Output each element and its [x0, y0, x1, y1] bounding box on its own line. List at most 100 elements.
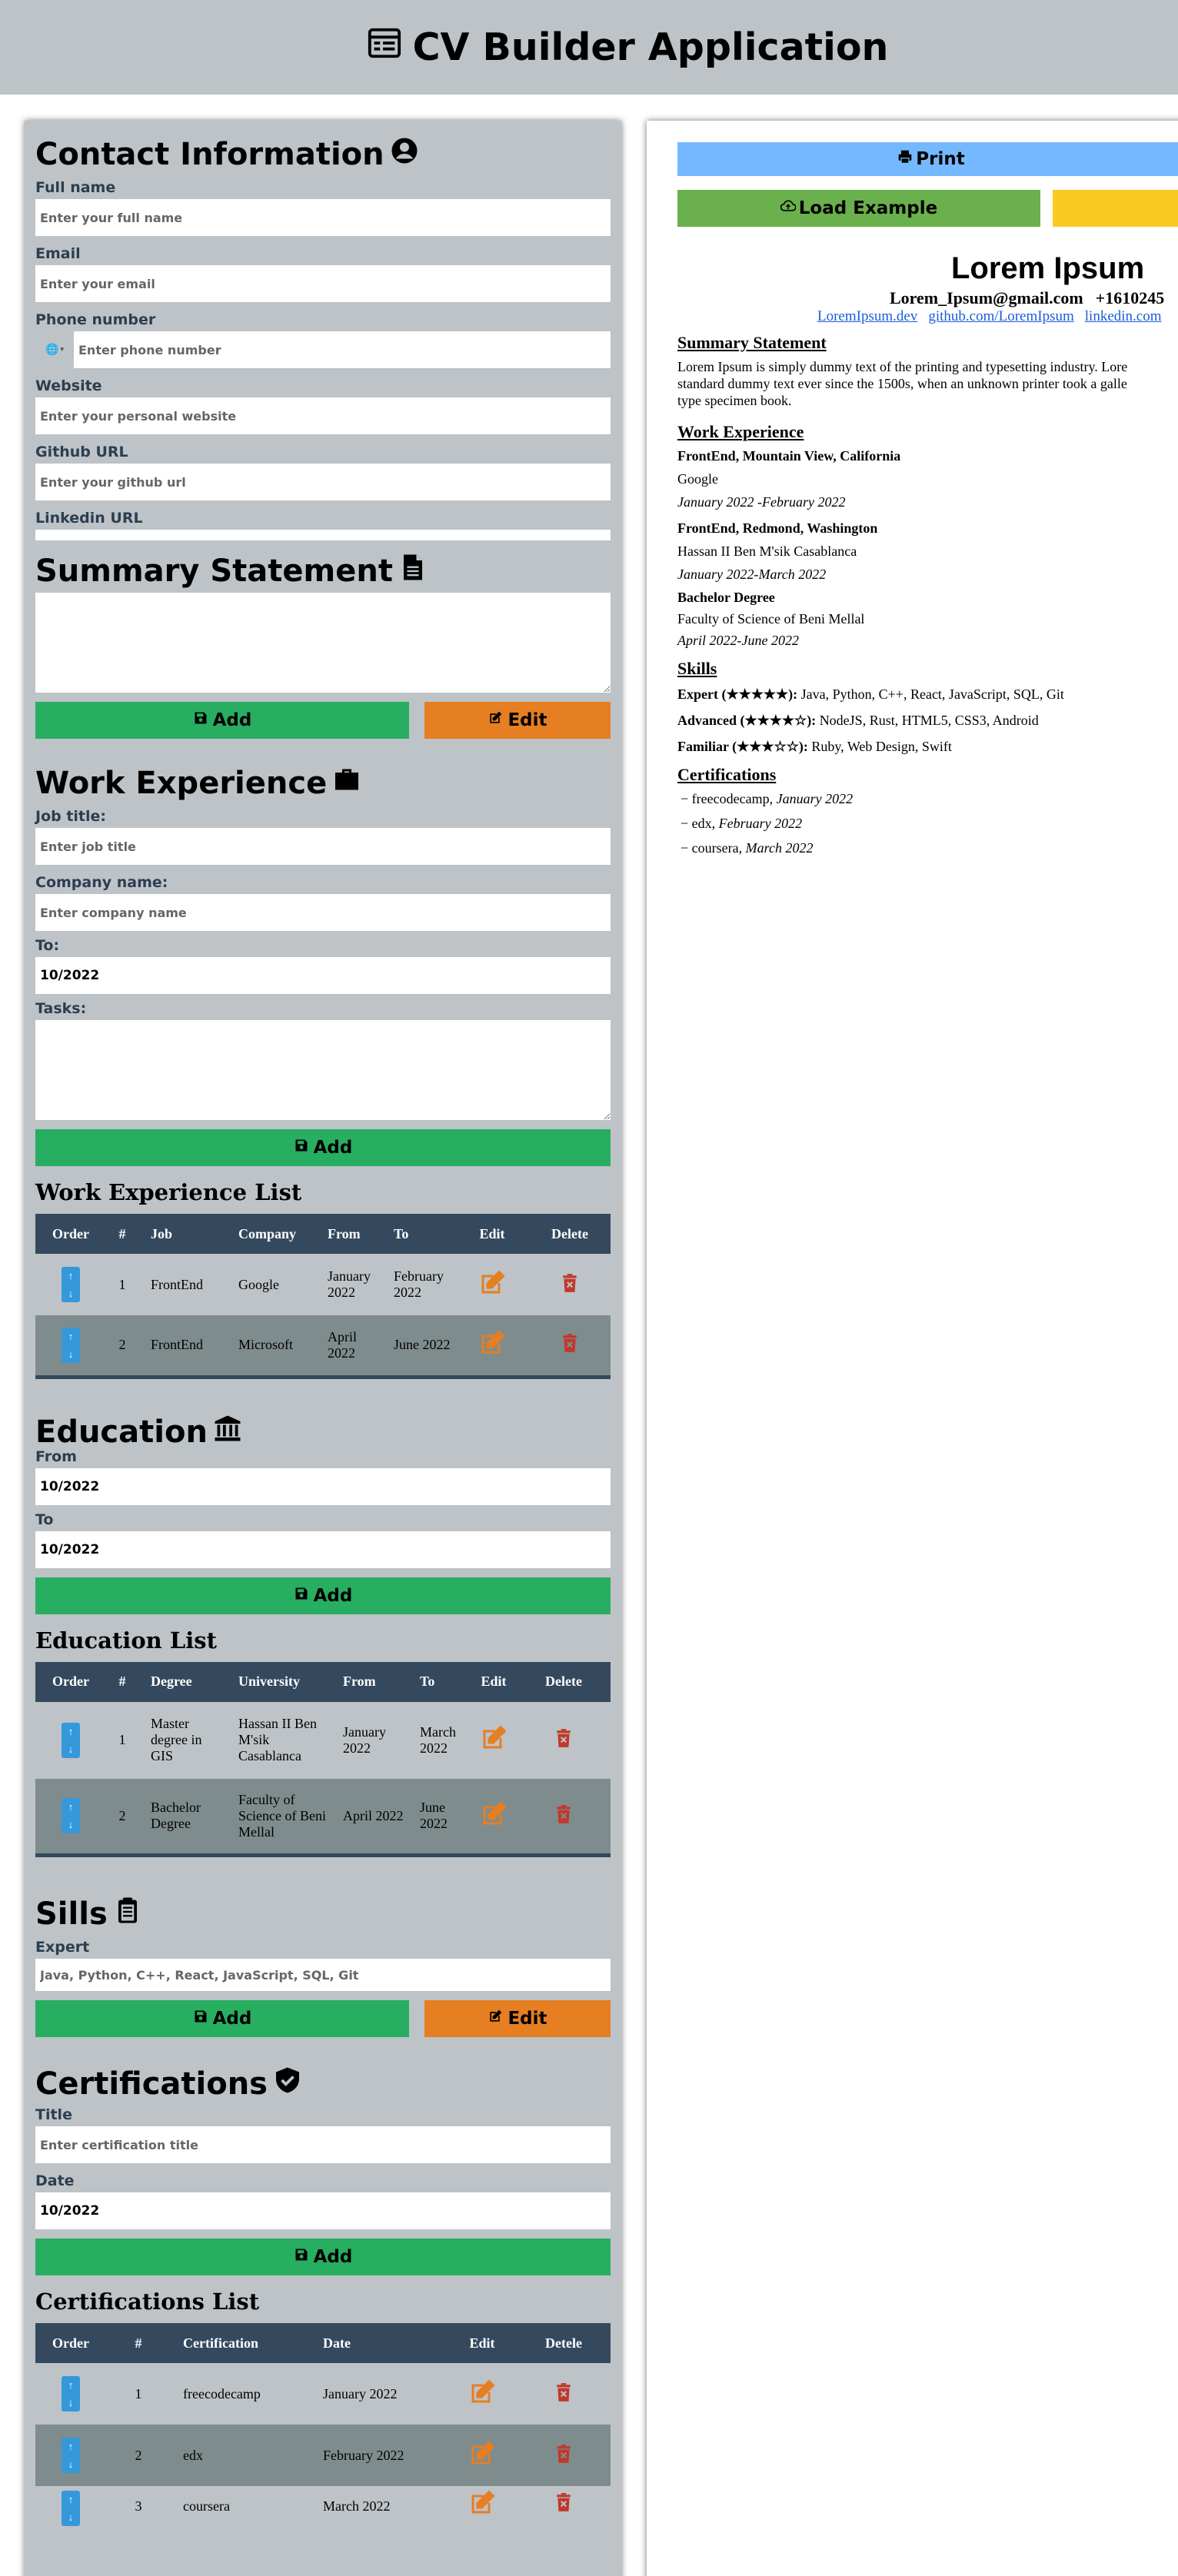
- education-from-input[interactable]: 10/2022: [35, 1467, 611, 1505]
- arrow-down-icon: ↓: [68, 2511, 74, 2523]
- row-delete-button[interactable]: [517, 1701, 611, 1779]
- row-from: January 2022: [331, 1701, 408, 1779]
- row-university: Faculty of Science of Beni Mellal: [226, 1778, 331, 1856]
- row-num: 3: [106, 2486, 171, 2548]
- col-certification: Certification: [171, 2323, 311, 2363]
- skills-add-button[interactable]: Add: [35, 2000, 409, 2037]
- dash-icon: −: [681, 840, 692, 856]
- col-delete: Delete: [517, 1661, 611, 1702]
- row-edit-button[interactable]: [448, 2486, 517, 2548]
- cert-table-header: Order # Certification Date Edit Detele: [35, 2323, 611, 2363]
- row-from: January 2022: [315, 1254, 381, 1315]
- row-delete-button[interactable]: [529, 1315, 611, 1377]
- row-edit-button[interactable]: [455, 1254, 529, 1315]
- load-example-button[interactable]: Load Example: [677, 190, 1040, 227]
- linkedin-input[interactable]: [35, 530, 611, 540]
- cv-work-title: FrontEnd, Mountain View, California: [677, 448, 901, 464]
- summary-buttons: Add Edit: [35, 702, 611, 739]
- country-flag-select[interactable]: 🌐 ▾: [35, 331, 74, 368]
- work-add-button[interactable]: Add: [35, 1129, 611, 1166]
- row-delete-button[interactable]: [529, 1254, 611, 1315]
- clear-button[interactable]: [1053, 190, 1178, 227]
- printer-icon: [897, 149, 913, 169]
- edit-icon: [478, 1330, 506, 1360]
- work-title-text: Work Experience: [35, 766, 328, 801]
- job-title-input[interactable]: [35, 828, 611, 865]
- col-date: Date: [311, 2323, 448, 2363]
- summary-title-text: Summary Statement: [35, 553, 393, 589]
- order-handle[interactable]: ↑ ↓: [35, 2425, 106, 2486]
- cert-add-button[interactable]: Add: [35, 2239, 611, 2275]
- col-from: From: [331, 1661, 408, 1702]
- app-title-text: CV Builder Application: [412, 25, 889, 69]
- cv-link-website[interactable]: LoremIpsum.dev: [817, 308, 917, 324]
- work-to-label: To:: [35, 937, 60, 954]
- row-edit-button[interactable]: [471, 1778, 517, 1856]
- order-handle[interactable]: ↑ ↓: [35, 1778, 106, 1856]
- tasks-textarea[interactable]: [35, 1020, 611, 1120]
- cert-table: Order # Certification Date Edit Detele ↑…: [35, 2323, 611, 2548]
- row-delete-button[interactable]: [517, 1778, 611, 1856]
- summary-edit-label: Edit: [507, 710, 547, 730]
- order-handle[interactable]: ↑ ↓: [35, 2363, 106, 2425]
- cv-work-company: Faculty of Science of Beni Mellal: [677, 611, 865, 627]
- work-table-header: Order # Job Company From To Edit Delete: [35, 1214, 611, 1254]
- cv-skill-level: Familiar (★★★☆☆):: [677, 739, 808, 754]
- cv-skill-line: Familiar (★★★☆☆): Ruby, Web Design, Swif…: [677, 739, 952, 755]
- col-order: Order: [35, 1661, 106, 1702]
- education-add-button[interactable]: Add: [35, 1577, 611, 1614]
- education-table-header: Order # Degree University From To Edit D…: [35, 1661, 611, 1702]
- cv-work-dates: January 2022 -February 2022: [677, 494, 846, 510]
- full-name-input[interactable]: [35, 199, 611, 236]
- order-handle[interactable]: ↑ ↓: [35, 1701, 106, 1779]
- order-handle[interactable]: ↑ ↓: [35, 2486, 106, 2548]
- summary-add-button[interactable]: Add: [35, 702, 409, 739]
- github-input[interactable]: [35, 464, 611, 500]
- row-edit-button[interactable]: [455, 1315, 529, 1377]
- phone-input[interactable]: [74, 331, 611, 368]
- cv-work-heading: Work Experience: [677, 422, 804, 441]
- work-to-input[interactable]: 10/2022: [35, 957, 611, 994]
- row-num: 2: [106, 1778, 138, 1856]
- cert-title-input[interactable]: [35, 2126, 611, 2163]
- cv-summary-line: Lorem Ipsum is simply dummy text of the …: [677, 359, 1128, 374]
- cv-link-linkedin[interactable]: linkedin.com: [1085, 308, 1162, 324]
- file-icon: [399, 553, 427, 589]
- cv-phone: +1610245: [1095, 288, 1165, 307]
- email-input[interactable]: [35, 265, 611, 302]
- summary-section-title: Summary Statement: [35, 550, 611, 593]
- order-handle[interactable]: ↑ ↓: [35, 1254, 106, 1315]
- chevron-down-icon: ▾: [60, 346, 64, 354]
- cv-skill-line: Advanced (★★★★☆): NodeJS, Rust, HTML5, C…: [677, 713, 1039, 729]
- email-label: Email: [35, 245, 81, 262]
- row-job: FrontEnd: [138, 1254, 226, 1315]
- cv-skill-list: Java, Python, C++, React, JavaScript, SQ…: [797, 686, 1064, 702]
- cert-date-input[interactable]: 10/2022: [35, 2192, 611, 2229]
- arrow-down-icon: ↓: [68, 2397, 74, 2408]
- table-row: ↑ ↓ 1 FrontEnd Google January 2022 Februa…: [35, 1254, 611, 1315]
- cv-link-github[interactable]: github.com/LoremIpsum: [928, 308, 1073, 324]
- summary-edit-button[interactable]: Edit: [424, 702, 611, 739]
- print-button[interactable]: Print: [677, 142, 1178, 176]
- cert-add-label: Add: [313, 2247, 353, 2267]
- company-name-input[interactable]: [35, 894, 611, 931]
- arrow-down-icon: ↓: [68, 1743, 74, 1755]
- cv-work-dates: January 2022-March 2022: [677, 567, 827, 582]
- cert-date-label: Date: [35, 2172, 75, 2189]
- row-delete-button[interactable]: [517, 2486, 611, 2548]
- website-input[interactable]: [35, 397, 611, 434]
- row-delete-button[interactable]: [517, 2363, 611, 2425]
- education-to-input[interactable]: 10/2022: [35, 1531, 611, 1568]
- summary-textarea[interactable]: [35, 593, 611, 693]
- row-delete-button[interactable]: [517, 2425, 611, 2486]
- expert-input[interactable]: [35, 1959, 611, 1991]
- order-handle[interactable]: ↑ ↓: [35, 1315, 106, 1377]
- row-edit-button[interactable]: [448, 2363, 517, 2425]
- cv-cert-item: − coursera, March 2022: [681, 840, 813, 856]
- row-edit-button[interactable]: [448, 2425, 517, 2486]
- col-job: Job: [138, 1214, 226, 1254]
- row-edit-button[interactable]: [471, 1701, 517, 1779]
- col-from: From: [315, 1214, 381, 1254]
- skills-title-text: Sills: [35, 1896, 108, 1932]
- skills-edit-button[interactable]: Edit: [424, 2000, 611, 2037]
